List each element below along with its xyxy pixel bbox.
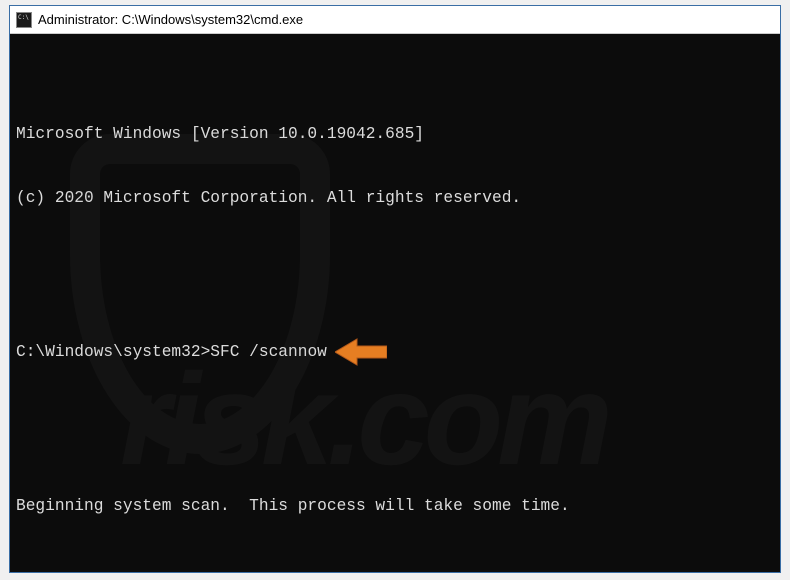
cmd-window: Administrator: C:\Windows\system32\cmd.e…	[9, 5, 781, 573]
copyright-line: (c) 2020 Microsoft Corporation. All righ…	[16, 188, 774, 209]
version-line: Microsoft Windows [Version 10.0.19042.68…	[16, 124, 774, 145]
prompt-text: C:\Windows\system32>	[16, 342, 210, 363]
arrow-left-icon	[335, 337, 387, 367]
window-title: Administrator: C:\Windows\system32\cmd.e…	[38, 12, 303, 27]
title-bar[interactable]: Administrator: C:\Windows\system32\cmd.e…	[10, 6, 780, 34]
prompt-row-1: C:\Windows\system32>SFC /scannow	[16, 337, 774, 367]
blank-line	[16, 431, 774, 452]
cmd-icon	[16, 12, 32, 28]
output-line: Beginning system scan. This process will…	[16, 496, 774, 517]
command-text: SFC /scannow	[210, 342, 327, 363]
blank-line	[16, 560, 774, 572]
blank-line	[16, 252, 774, 273]
terminal-area[interactable]: risk.com Microsoft Windows [Version 10.0…	[10, 34, 780, 572]
